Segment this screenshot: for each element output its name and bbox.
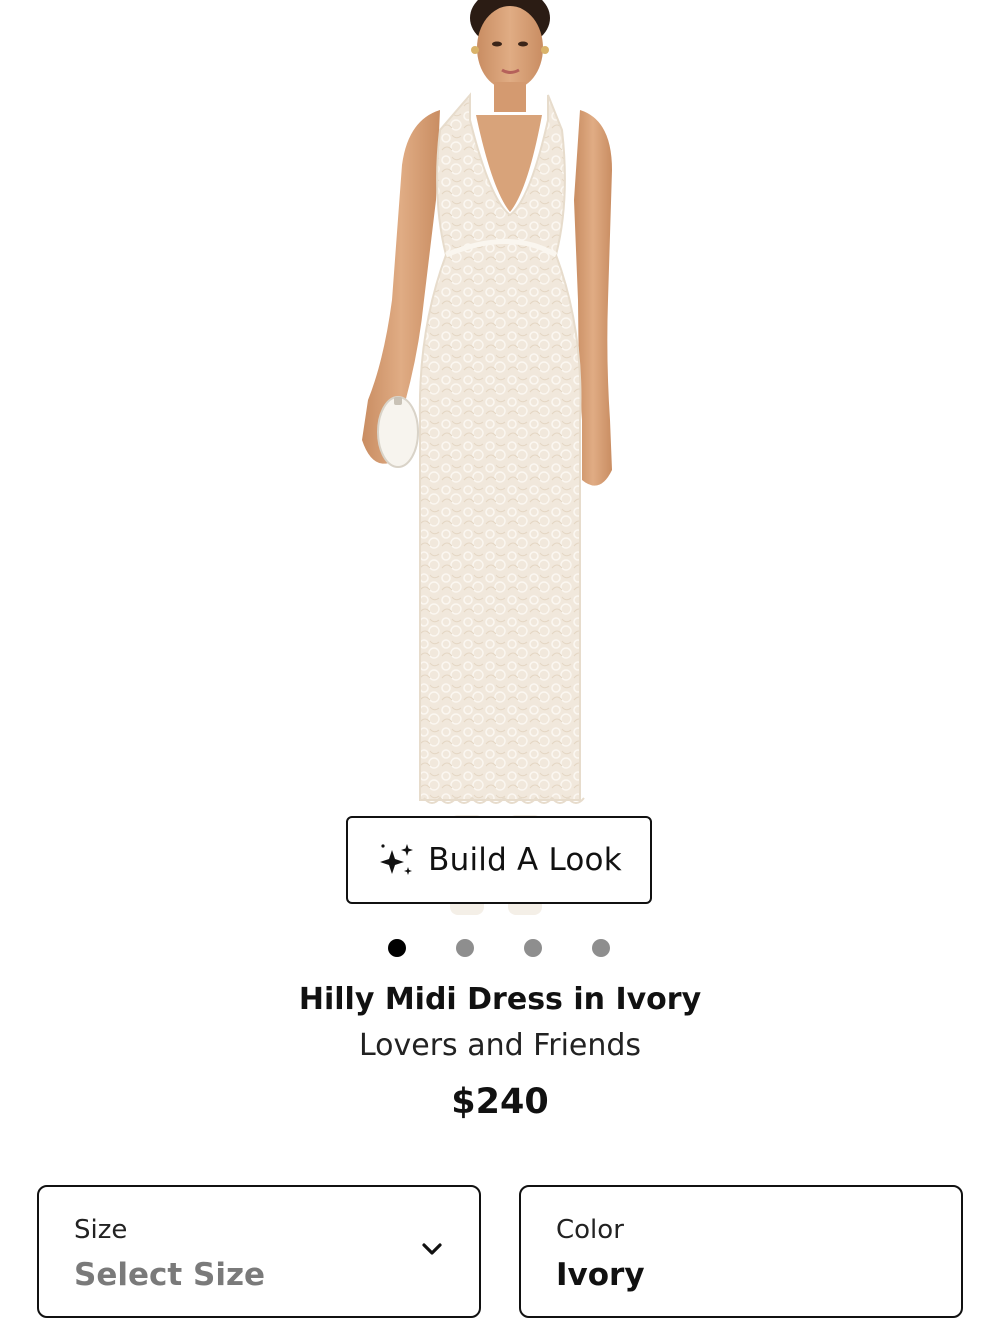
size-select[interactable]: Size Select Size bbox=[37, 1185, 481, 1318]
size-select-label: Size bbox=[74, 1215, 128, 1245]
build-a-look-button[interactable]: Build A Look bbox=[346, 816, 652, 904]
product-title: Hilly Midi Dress in Ivory bbox=[298, 982, 702, 1017]
color-select-label: Color bbox=[556, 1215, 624, 1245]
color-select-value: Ivory bbox=[556, 1257, 645, 1293]
chevron-down-icon bbox=[421, 1242, 443, 1256]
carousel-dot-4[interactable] bbox=[592, 939, 610, 957]
carousel-dot-2[interactable] bbox=[456, 939, 474, 957]
carousel-dot-3[interactable] bbox=[524, 939, 542, 957]
dress-illustration bbox=[362, 0, 612, 915]
image-carousel-dots bbox=[0, 939, 1000, 959]
carousel-dot-1[interactable] bbox=[388, 939, 406, 957]
color-select[interactable]: Color Ivory bbox=[519, 1185, 963, 1318]
build-a-look-label: Build A Look bbox=[428, 842, 622, 878]
sparkles-icon bbox=[376, 840, 416, 880]
product-page: Build A Look Hilly Midi Dress in Ivory L… bbox=[0, 0, 1000, 1333]
brand-link[interactable]: Lovers and Friends bbox=[0, 1028, 1000, 1063]
product-price: $240 bbox=[451, 1082, 549, 1122]
size-select-value: Select Size bbox=[74, 1257, 266, 1293]
product-image[interactable] bbox=[0, 0, 1000, 920]
